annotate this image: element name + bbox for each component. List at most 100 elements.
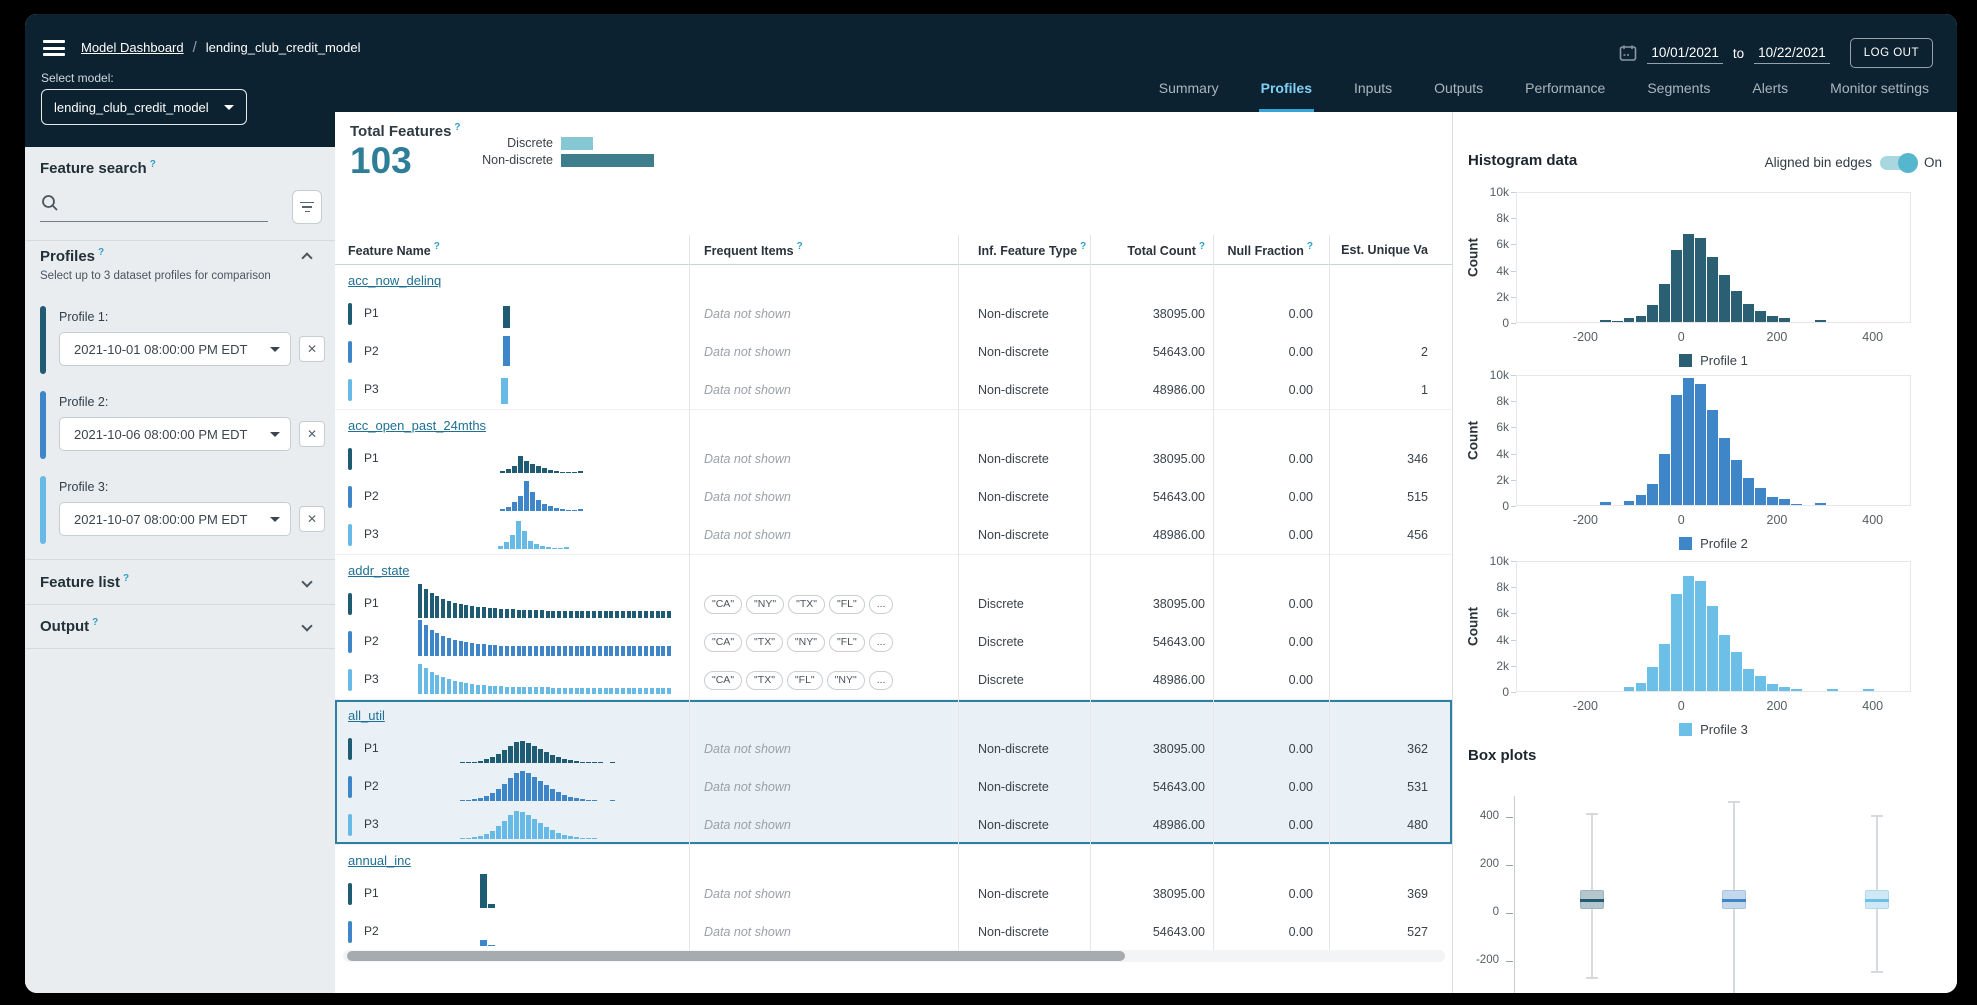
frequent-items-chips: "CA" "NY" "TX" "FL"...	[704, 594, 894, 614]
null-fraction-cell: 0.00	[1288, 925, 1313, 939]
chevron-down-icon[interactable]	[301, 576, 313, 588]
help-icon[interactable]: ?	[434, 241, 440, 252]
profile-row[interactable]: P2 Data not shown Non-discrete 54643.00 0.00…	[335, 478, 1452, 516]
frequent-item-chip[interactable]: "CA"	[704, 670, 743, 690]
col-null-fraction[interactable]: Null Fraction?	[1227, 241, 1313, 258]
frequent-item-chip[interactable]: "NY"	[786, 632, 825, 652]
profile-row[interactable]: P1 Data not shown Non-discrete 38095.00 0.00	[335, 295, 1452, 333]
tab-monitor-settings[interactable]: Monitor settings	[1828, 80, 1931, 112]
col-feature-name[interactable]: Feature Name?	[348, 241, 440, 258]
profile-row[interactable]: P2 Data not shown Non-discrete 54643.00 0.00…	[335, 768, 1452, 806]
profile2-select[interactable]: 2021-10-06 08:00:00 PM EDT	[59, 417, 291, 451]
help-icon[interactable]: ?	[98, 247, 104, 258]
calendar-icon[interactable]	[1619, 44, 1637, 62]
profile-row[interactable]: P1 "CA" "NY" "TX" "FL"... Discrete 38095.00 0.0…	[335, 584, 1452, 623]
profile-color-tick	[348, 814, 352, 836]
feature-name-link[interactable]: annual_inc	[348, 853, 411, 868]
profile-row[interactable]: P1 Data not shown Non-discrete 38095.00 0.00…	[335, 874, 1452, 913]
frequent-item-chip[interactable]: "CA"	[704, 632, 743, 652]
frequent-item-chip[interactable]: ...	[868, 670, 894, 690]
chevron-up-icon[interactable]	[301, 252, 313, 264]
total-count-cell: 48986.00	[1152, 673, 1205, 687]
help-icon[interactable]: ?	[1080, 241, 1086, 252]
y-axis-tick	[1511, 692, 1516, 693]
aligned-bin-edges-toggle[interactable]	[1879, 152, 1918, 173]
breadcrumb-model-dashboard-link[interactable]: Model Dashboard	[81, 40, 184, 55]
histogram-bar	[1659, 284, 1671, 322]
profile-id-label: P2	[364, 344, 379, 358]
tab-segments[interactable]: Segments	[1645, 80, 1712, 112]
help-icon[interactable]: ?	[454, 122, 460, 133]
frequent-item-chip[interactable]: "CA"	[704, 594, 743, 614]
feature-name-link[interactable]: addr_state	[348, 563, 409, 578]
profile-row[interactable]: P3 Data not shown Non-discrete 48986.00 0.00…	[335, 806, 1452, 844]
histogram-bar	[1635, 316, 1647, 322]
profile-id-label: P3	[364, 527, 379, 541]
profile-row[interactable]: P1 Data not shown Non-discrete 38095.00 0.00…	[335, 730, 1452, 768]
profile-row[interactable]: P2 Data not shown Non-discrete 54643.00 0.00…	[335, 333, 1452, 371]
profile-row[interactable]: P3 Data not shown Non-discrete 48986.00 0.00…	[335, 371, 1452, 409]
frequent-item-chip[interactable]: "FL"	[828, 632, 865, 652]
histogram-bar	[1791, 689, 1803, 691]
model-select-dropdown[interactable]: lending_club_credit_model	[41, 89, 247, 125]
search-input[interactable]	[65, 191, 265, 219]
col-frequent-items[interactable]: Frequent Items?	[704, 241, 803, 258]
tab-performance[interactable]: Performance	[1523, 80, 1607, 112]
tab-profiles[interactable]: Profiles	[1258, 80, 1314, 112]
profile1-clear-button[interactable]: ✕	[299, 336, 325, 362]
frequent-item-chip[interactable]: "NY"	[826, 670, 865, 690]
profile1-select[interactable]: 2021-10-01 08:00:00 PM EDT	[59, 332, 291, 366]
profile-row[interactable]: P3 Data not shown Non-discrete 48986.00 0.00…	[335, 516, 1452, 554]
help-icon[interactable]: ?	[797, 241, 803, 252]
feature-list-section-header[interactable]: Feature list?	[40, 573, 129, 591]
tab-summary[interactable]: Summary	[1157, 80, 1221, 112]
y-axis-tick-label: 10k	[1489, 185, 1509, 199]
mini-histogram	[460, 811, 597, 839]
frequent-item-chip[interactable]: "NY"	[746, 594, 785, 614]
profile-row[interactable]: P2 "CA" "TX" "NY" "FL"... Discrete 54643.00 0.0…	[335, 620, 1452, 661]
chevron-down-icon[interactable]	[301, 620, 313, 632]
help-icon[interactable]: ?	[123, 573, 129, 584]
feature-search-label: Feature search?	[40, 159, 156, 177]
output-section-header[interactable]: Output?	[40, 617, 98, 635]
profile-row[interactable]: P1 Data not shown Non-discrete 38095.00 0.00…	[335, 440, 1452, 478]
help-icon[interactable]: ?	[150, 159, 156, 170]
horizontal-scrollbar-thumb[interactable]	[347, 951, 1125, 961]
date-end-input[interactable]: 10/22/2021	[1754, 43, 1830, 64]
feature-name-link[interactable]: acc_open_past_24mths	[348, 418, 486, 433]
horizontal-scrollbar-track[interactable]	[343, 950, 1445, 962]
frequent-item-chip[interactable]: "TX"	[788, 594, 825, 614]
frequent-item-chip[interactable]: "FL"	[828, 594, 865, 614]
col-total-count[interactable]: Total Count?	[1127, 241, 1205, 258]
frequent-item-chip[interactable]: ...	[868, 594, 894, 614]
profile3-clear-button[interactable]: ✕	[299, 506, 325, 532]
col-inf-feature-type[interactable]: Inf. Feature Type?	[978, 241, 1086, 258]
profiles-hint: Select up to 3 dataset profiles for comp…	[40, 270, 271, 282]
date-start-input[interactable]: 10/01/2021	[1647, 43, 1723, 64]
histogram-bar	[1862, 689, 1874, 691]
profile3-select[interactable]: 2021-10-07 08:00:00 PM EDT	[59, 502, 291, 536]
box-median-line	[1722, 898, 1746, 902]
help-icon[interactable]: ?	[1199, 241, 1205, 252]
histogram-bar	[1671, 394, 1683, 505]
frequent-item-chip[interactable]: "TX"	[746, 632, 783, 652]
profiles-section-header[interactable]: Profiles?	[40, 247, 104, 265]
feature-name-link[interactable]: acc_now_delinq	[348, 273, 441, 288]
profile-row[interactable]: P3 "CA" "TX" "FL" "NY"... Discrete 48986.00 0.0…	[335, 661, 1452, 699]
filter-button[interactable]	[292, 190, 322, 224]
logout-button[interactable]: LOG OUT	[1849, 38, 1933, 68]
hamburger-menu-icon[interactable]	[43, 40, 65, 56]
profile2-clear-button[interactable]: ✕	[299, 421, 325, 447]
chevron-down-icon	[270, 516, 280, 522]
frequent-item-chip[interactable]: "TX"	[746, 670, 783, 690]
help-icon[interactable]: ?	[1307, 241, 1313, 252]
tab-outputs[interactable]: Outputs	[1432, 80, 1485, 112]
tab-inputs[interactable]: Inputs	[1352, 80, 1394, 112]
help-icon[interactable]: ?	[92, 617, 98, 628]
profile-row[interactable]: P2 Data not shown Non-discrete 54643.00 0.00…	[335, 913, 1452, 950]
frequent-item-chip[interactable]: "FL"	[786, 670, 823, 690]
feature-name-link[interactable]: all_util	[348, 708, 385, 723]
tab-alerts[interactable]: Alerts	[1750, 80, 1790, 112]
frequent-item-chip[interactable]: ...	[868, 632, 894, 652]
col-est-unique[interactable]: Est. Unique Va	[1341, 243, 1428, 257]
